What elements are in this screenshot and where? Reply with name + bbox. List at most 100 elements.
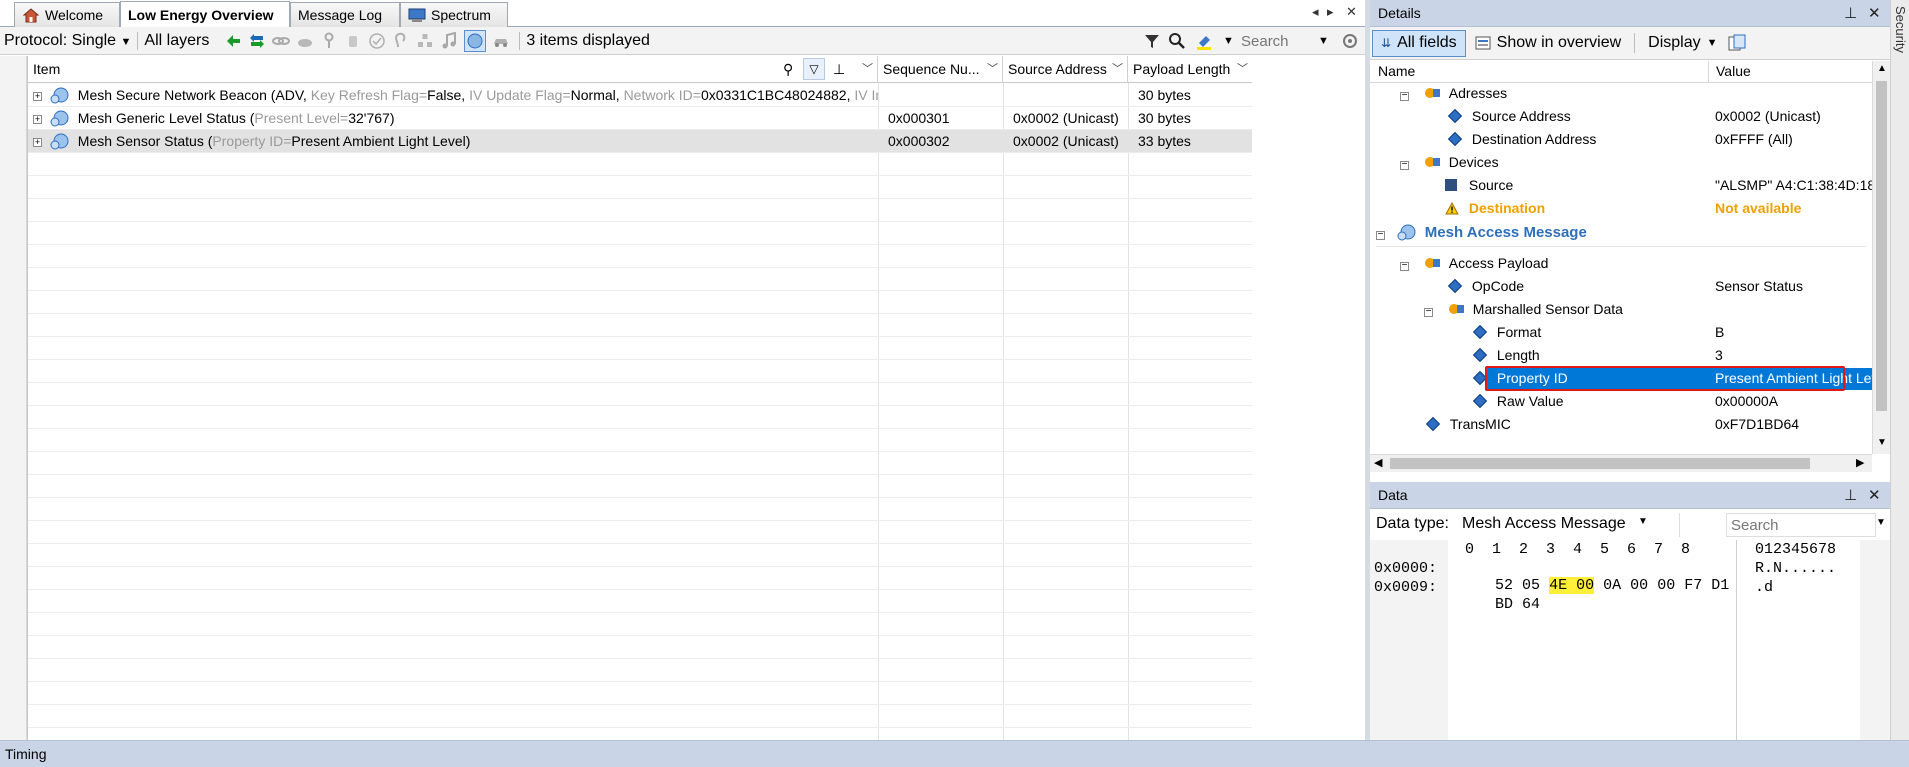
chevron-down-icon[interactable]: ﹀ [987,56,998,83]
mesh-filter-icon[interactable] [464,29,487,52]
expand-icon[interactable]: + [33,92,42,101]
column-header-source-address-label: Source Address [1008,61,1107,77]
table-row-selected[interactable]: + Mesh Sensor Status (Property ID=Presen… [28,130,1252,153]
settings-icon[interactable] [1341,32,1359,50]
tree-node-devices[interactable]: − Devices [1400,151,1499,174]
hex-byte[interactable]: BD [1495,596,1513,613]
tree-node-source[interactable]: Source "ALSMP" A4:C1:38:4D:18 [1445,174,1872,197]
hex-offset: 0x0009: [1374,579,1438,596]
column-header-value[interactable]: Value [1716,63,1751,79]
tree-node-access-payload[interactable]: − Access Payload [1400,252,1548,275]
tree-node-mesh-access-message[interactable]: − Mesh Access Message [1376,221,1866,247]
hex-byte-highlighted[interactable]: 4E [1549,577,1568,594]
collapse-icon[interactable]: − [1376,230,1385,240]
scroll-up-icon[interactable]: ▲ [1877,63,1887,74]
collapse-icon[interactable]: − [1400,261,1409,271]
collapse-icon[interactable]: − [1400,91,1409,101]
hex-byte-highlighted[interactable]: 00 [1576,577,1595,594]
tree-node-marshalled-sensor-data[interactable]: − Marshalled Sensor Data [1424,298,1623,321]
search-icon[interactable] [1168,32,1186,50]
tab-scroll-right-icon[interactable]: ▸ [1327,4,1334,20]
tab-spectrum[interactable]: Spectrum [400,2,508,27]
tab-low-energy-overview-label: Low Energy Overview [128,6,274,23]
scroll-thumb[interactable] [1876,81,1887,411]
table-row[interactable]: + Mesh Secure Network Beacon (ADV, Key R… [28,84,1252,107]
scroll-down-icon[interactable]: ▼ [1877,437,1887,448]
close-icon[interactable]: ✕ [1868,482,1881,509]
data-search-input[interactable] [1726,513,1876,537]
side-tab-security[interactable]: Security [1893,6,1908,53]
column-filter-icon[interactable]: ▽ [803,58,825,80]
collapse-icon[interactable]: − [1424,307,1433,317]
tab-message-log[interactable]: Message Log [290,2,400,27]
link-icon[interactable] [272,32,291,50]
hand-icon[interactable] [344,32,362,50]
filter-icon[interactable] [1143,32,1161,50]
table-row[interactable]: + Mesh Generic Level Status (Present Lev… [28,107,1252,130]
tab-low-energy-overview[interactable]: Low Energy Overview [120,1,290,27]
arrow-left-icon[interactable] [224,32,242,50]
pin-icon[interactable]: ⊥ [1844,0,1857,27]
close-tab-icon[interactable]: ✕ [1346,4,1357,20]
hex-byte[interactable]: D1 [1711,577,1729,594]
search-dropdown-icon[interactable]: ▼ [1318,35,1329,47]
collapse-icon[interactable]: − [1400,160,1409,170]
hex-byte[interactable]: 00 [1657,577,1675,594]
swap-arrows-icon[interactable] [248,32,266,50]
tab-welcome[interactable]: Welcome [14,2,120,27]
scroll-thumb[interactable] [1390,458,1810,469]
layers-button[interactable]: All layers [144,32,209,50]
column-header-source-address[interactable]: Source Address ﹀ [1003,56,1128,83]
scroll-right-icon[interactable]: ▶ [1856,456,1864,469]
details-horizontal-scrollbar[interactable]: ◀ ▶ [1370,454,1872,472]
expand-icon[interactable]: + [33,138,42,147]
ear-icon[interactable] [392,32,410,50]
data-type-select[interactable]: Mesh Access Message ▼ [1458,513,1680,537]
tree-node-transmic[interactable]: TransMIC 0xF7D1BD64 [1425,413,1868,436]
nodes-icon[interactable] [416,32,434,50]
copy-icon[interactable] [1727,33,1747,53]
hex-byte[interactable]: 00 [1630,577,1648,594]
tree-node-source-address[interactable]: Source Address 0x0002 (Unicast) [1447,105,1870,128]
show-in-overview-button[interactable]: Show in overview [1466,30,1631,57]
column-header-item[interactable]: Item ⚲ ▽ ⊥ ﹀ [28,56,878,83]
tree-node-destination-address[interactable]: Destination Address 0xFFFF (All) [1447,128,1870,151]
hex-byte[interactable]: 64 [1522,596,1540,613]
chevron-down-icon[interactable]: ﹀ [1237,56,1248,83]
tree-node-destination[interactable]: Destination Not available [1445,197,1870,220]
cloud-icon[interactable] [296,32,314,50]
column-header-name[interactable]: Name [1378,63,1415,79]
scroll-left-icon[interactable]: ◀ [1374,456,1382,469]
column-header-payload-length[interactable]: Payload Length ﹀ [1128,56,1252,83]
details-vertical-scrollbar[interactable]: ▲ ▼ [1872,61,1890,454]
protocol-dropdown[interactable]: Protocol: Single ▼ [0,32,131,50]
close-icon[interactable]: ✕ [1868,0,1881,27]
row-item-name: Mesh Generic Level Status ( [77,110,255,126]
all-fields-button[interactable]: ⇊ All fields [1372,29,1466,57]
pin-icon[interactable]: ⊥ [1844,482,1857,509]
chevron-down-icon[interactable]: ﹀ [1112,56,1123,83]
chevron-down-icon[interactable]: ﹀ [862,56,873,83]
display-dropdown[interactable]: Display ▼ [1639,30,1726,57]
tree-node-format[interactable]: Format B [1472,321,1870,344]
hex-byte[interactable]: 0A [1603,577,1621,594]
expand-icon[interactable]: + [33,115,42,124]
check-circle-icon[interactable] [368,32,386,50]
tree-node-property-id[interactable]: Property ID Present Ambient Light Level [1472,366,1872,391]
tab-scroll-left-icon[interactable]: ◂ [1312,4,1319,20]
key-icon[interactable] [320,32,338,50]
tree-node-length[interactable]: Length 3 [1472,344,1870,367]
tree-node-adresses[interactable]: − Adresses [1400,83,1507,105]
music-note-icon[interactable] [440,31,458,50]
tree-node-opcode[interactable]: OpCode Sensor Status [1447,275,1870,298]
column-search-icon[interactable]: ⚲ [783,56,793,83]
hex-byte[interactable]: F7 [1684,577,1702,594]
column-header-sequence[interactable]: Sequence Nu... ﹀ [878,56,1003,83]
search-dropdown-icon[interactable]: ▼ [1876,517,1886,528]
column-pin-icon[interactable]: ⊥ [833,56,845,83]
tree-node-raw-value[interactable]: Raw Value 0x00000A [1472,390,1870,413]
overview-search-input[interactable] [1240,30,1320,52]
highlight-icon[interactable] [1195,32,1213,50]
car-icon[interactable] [492,32,510,50]
highlight-dropdown-icon[interactable]: ▼ [1223,35,1234,47]
